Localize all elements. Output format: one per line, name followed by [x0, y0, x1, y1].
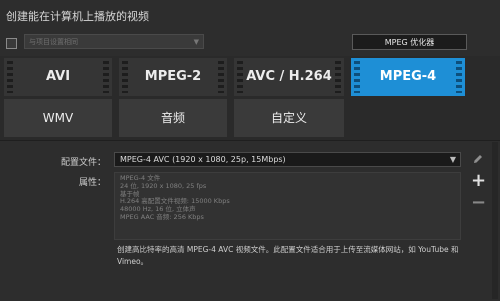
- preset-dropdown[interactable]: 与项目设置相同 ▼: [24, 34, 204, 49]
- description-line: Vimeo。: [117, 257, 149, 266]
- profile-label: 配置文件：: [60, 158, 106, 168]
- add-plus-icon[interactable]: +: [471, 172, 486, 190]
- preset-dropdown-value: 与项目设置相同: [29, 38, 78, 46]
- scrollbar[interactable]: [492, 142, 498, 299]
- property-line: 24 位, 1920 x 1080, 25 fps: [120, 181, 207, 190]
- format-tile-avi[interactable]: AVI: [4, 58, 112, 96]
- chevron-down-icon: ▼: [193, 38, 199, 46]
- chevron-down-icon: ▼: [449, 155, 456, 164]
- property-line: MPEG AAC 音频: 256 Kbps: [120, 212, 204, 221]
- export-panel: 创建能在计算机上播放的视频 与项目设置相同 ▼ MPEG 优化器 AVI MPE…: [0, 0, 500, 301]
- format-tile-mpeg2[interactable]: MPEG-2: [119, 58, 227, 96]
- properties-label: 属性：: [78, 178, 106, 188]
- properties-box: MPEG-4 文件 24 位, 1920 x 1080, 25 fps 基于帧 …: [114, 172, 461, 240]
- format-tile-avc-h264[interactable]: AVC / H.264: [234, 58, 344, 96]
- mpeg-optimizer-button[interactable]: MPEG 优化器: [352, 34, 467, 50]
- format-tile-mpeg4[interactable]: MPEG-4: [351, 58, 465, 96]
- profile-dropdown[interactable]: MPEG-4 AVC (1920 x 1080, 25p, 15Mbps) ▼: [114, 152, 461, 167]
- section-title: 创建能在计算机上播放的视频: [6, 10, 149, 23]
- description-line: 创建高比特率的高清 MPEG-4 AVC 视频文件。此配置文件适合用于上传至流媒…: [117, 245, 459, 254]
- remove-minus-icon[interactable]: −: [471, 194, 486, 212]
- format-grid: AVI MPEG-2 AVC / H.264 MPEG-4 WMV 音频 自定义: [0, 56, 500, 140]
- edit-pencil-icon[interactable]: [471, 150, 485, 169]
- divider: [0, 140, 500, 141]
- profile-value: MPEG-4 AVC (1920 x 1080, 25p, 15Mbps): [120, 155, 286, 164]
- format-tile-wmv[interactable]: WMV: [4, 99, 112, 137]
- profile-description: 创建高比特率的高清 MPEG-4 AVC 视频文件。此配置文件适合用于上传至流媒…: [117, 244, 467, 268]
- format-tile-audio[interactable]: 音频: [119, 99, 227, 137]
- format-tile-custom[interactable]: 自定义: [234, 99, 344, 137]
- same-as-project-checkbox[interactable]: [6, 38, 17, 49]
